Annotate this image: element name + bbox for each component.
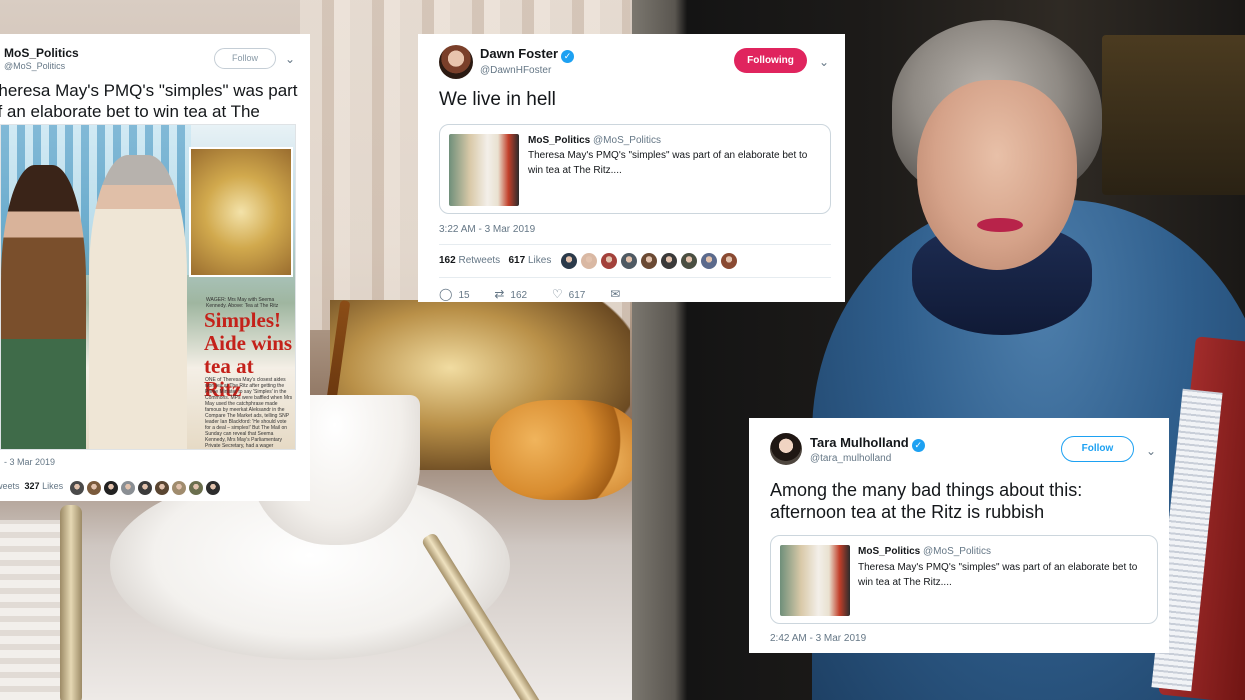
retweet-icon: ⇄ — [494, 287, 505, 301]
tweet-stats: weets 327 Likes — [0, 481, 63, 491]
quoted-author-handle: @MoS_Politics — [923, 546, 991, 557]
follow-button[interactable]: Follow — [1061, 436, 1134, 462]
tweet-card-mos-politics: MoS_Politics @MoS_Politics Follow ⌄ Ther… — [0, 34, 310, 501]
retweets-label[interactable]: weets — [0, 481, 20, 491]
tweet-text: Among the many bad things about this: af… — [770, 480, 1083, 522]
clipping-tea-inset — [189, 147, 293, 277]
napkin — [0, 520, 60, 700]
author-name-row[interactable]: Dawn Foster ✓ — [480, 46, 575, 63]
liker-avatar[interactable] — [206, 480, 220, 495]
reply-button[interactable]: ◯ 15 — [439, 287, 470, 301]
tweet-stats: 162 Retweets 617 Likes — [439, 255, 551, 266]
liker-avatar[interactable] — [172, 480, 186, 495]
newspaper-clipping-image[interactable]: WAGER: Mrs May with Seema Kennedy. Above… — [0, 124, 296, 450]
chevron-down-icon[interactable]: ⌄ — [285, 52, 295, 66]
quoted-author: MoS_Politics @MoS_Politics — [858, 546, 991, 557]
retweets-label[interactable]: Retweets — [458, 255, 500, 266]
tweet-timestamp[interactable]: 2:42 AM - 3 Mar 2019 — [770, 633, 866, 644]
retweet-count: 162 — [510, 290, 528, 301]
liker-avatar[interactable] — [621, 252, 637, 269]
author-name[interactable]: MoS_Politics — [4, 46, 79, 60]
likes-count[interactable]: 327 — [25, 481, 40, 491]
scones — [490, 400, 632, 500]
liker-avatar[interactable] — [701, 252, 717, 269]
liker-avatar[interactable] — [561, 252, 577, 269]
clipping-figure-may — [89, 155, 187, 449]
liker-avatar[interactable] — [601, 252, 617, 269]
verified-badge-icon: ✓ — [911, 439, 925, 452]
quoted-author-name: MoS_Politics — [528, 135, 591, 146]
retweet-button[interactable]: ⇄ 162 — [494, 287, 527, 301]
quoted-author-name: MoS_Politics — [858, 546, 921, 557]
tweet-timestamp[interactable]: 3:22 AM - 3 Mar 2019 — [439, 224, 535, 235]
avatar[interactable] — [770, 433, 802, 465]
gold-fork — [60, 505, 82, 700]
divider — [439, 244, 831, 245]
likes-label[interactable]: Likes — [528, 255, 551, 266]
tweet-card-tara-mulholland: Tara Mulholland ✓ @tara_mulholland Follow… — [749, 418, 1169, 653]
quoted-tweet-text: Theresa May's PMQ's "simples" was part o… — [858, 562, 1138, 588]
tweet-timestamp[interactable]: - 3 Mar 2019 — [4, 457, 55, 467]
tweet-actions: ◯ 15 ⇄ 162 ♡ 617 ✉ — [439, 287, 648, 301]
tweet-card-dawn-foster: Dawn Foster ✓ @DawnHFoster Following ⌄ We… — [418, 34, 845, 302]
chevron-down-icon[interactable]: ⌄ — [1146, 444, 1156, 458]
liker-avatar[interactable] — [581, 252, 597, 269]
avatar[interactable] — [439, 45, 473, 79]
author-name[interactable]: Dawn Foster — [480, 46, 558, 61]
heart-icon: ♡ — [551, 287, 563, 301]
quoted-tweet[interactable]: MoS_Politics @MoS_Politics Theresa May's… — [439, 124, 831, 214]
liker-avatar[interactable] — [121, 480, 135, 495]
quoted-tweet-thumbnail — [780, 545, 850, 616]
follow-button[interactable]: Follow — [214, 48, 276, 69]
reply-count: 15 — [458, 290, 470, 301]
following-button[interactable]: Following — [734, 48, 807, 73]
face — [917, 80, 1077, 270]
dm-button[interactable]: ✉ — [610, 287, 626, 301]
like-button[interactable]: ♡ 617 — [552, 287, 585, 301]
quoted-author: MoS_Politics @MoS_Politics — [528, 135, 661, 146]
author-handle[interactable]: @tara_mulholland — [810, 453, 891, 464]
liker-avatar[interactable] — [681, 252, 697, 269]
author-name[interactable]: Tara Mulholland — [810, 435, 909, 450]
clipping-figure-aide — [1, 165, 86, 449]
quoted-tweet[interactable]: MoS_Politics @MoS_Politics Theresa May's… — [770, 535, 1158, 624]
liker-avatar[interactable] — [661, 252, 677, 269]
clipping-body: ONE of Theresa May's closest aides won t… — [205, 377, 293, 449]
tweet-text: We live in hell — [439, 89, 556, 110]
doorway-background — [1102, 35, 1245, 195]
liker-avatar[interactable] — [104, 480, 118, 495]
verified-badge-icon: ✓ — [561, 50, 575, 63]
divider — [439, 277, 831, 278]
like-count: 617 — [568, 290, 586, 301]
likes-label[interactable]: Likes — [42, 481, 63, 491]
author-handle[interactable]: @DawnHFoster — [480, 65, 551, 76]
liker-avatar[interactable] — [155, 480, 169, 495]
liker-avatar[interactable] — [87, 480, 101, 495]
envelope-icon: ✉ — [610, 287, 621, 301]
chevron-down-icon[interactable]: ⌄ — [819, 55, 829, 69]
author-handle[interactable]: @MoS_Politics — [4, 61, 65, 71]
retweets-count[interactable]: 162 — [439, 255, 456, 266]
liker-avatar[interactable] — [70, 480, 84, 495]
quoted-author-handle: @MoS_Politics — [593, 135, 661, 146]
author-name-row[interactable]: Tara Mulholland ✓ — [810, 435, 925, 452]
liker-avatars — [561, 252, 741, 270]
quoted-tweet-text: Theresa May's PMQ's "simples" was part o… — [528, 150, 808, 176]
liker-avatar[interactable] — [189, 480, 203, 495]
liker-avatar[interactable] — [641, 252, 657, 269]
liker-avatars — [70, 479, 223, 497]
liker-avatar[interactable] — [721, 252, 737, 269]
liker-avatar[interactable] — [138, 480, 152, 495]
likes-count[interactable]: 617 — [509, 255, 526, 266]
reply-icon: ◯ — [439, 287, 453, 301]
lips — [977, 218, 1023, 232]
quoted-tweet-thumbnail — [449, 134, 519, 206]
